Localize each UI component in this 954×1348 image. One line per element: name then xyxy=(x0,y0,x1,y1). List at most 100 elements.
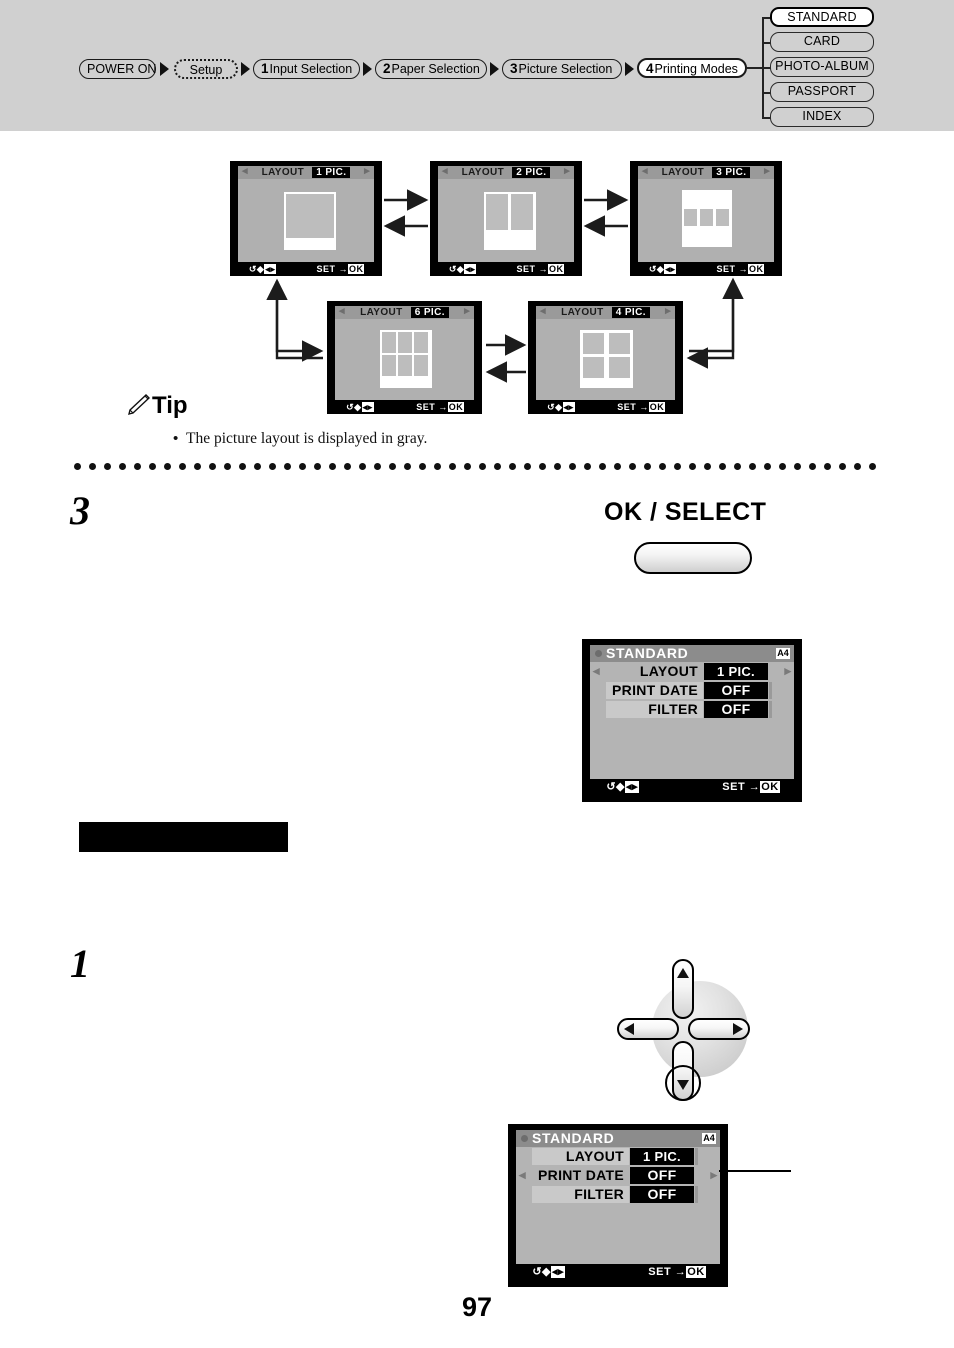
layout-cell xyxy=(609,333,630,354)
ok-select-label: OK / SELECT xyxy=(604,498,767,526)
layout-screen-4-pic: ◂ LAYOUT 4 PIC. ▸ ↺◆◂▸ SET →OK xyxy=(528,301,683,414)
section-heading-bar xyxy=(79,822,288,852)
divider-dot xyxy=(164,463,171,470)
chevron-left-icon[interactable]: ◂ xyxy=(339,305,345,318)
footer-hint-right: SET →OK xyxy=(722,779,780,796)
paper-size-icon: A4 xyxy=(702,1133,716,1144)
chevron-right-icon[interactable]: ▸ xyxy=(564,165,570,178)
tip-text: The picture layout is displayed in gray. xyxy=(186,430,428,447)
footer-keys: ◂▸ xyxy=(264,264,277,274)
paper-size-icon: A4 xyxy=(776,648,790,659)
flow-step-label: POWER ON xyxy=(87,62,157,76)
tip-bullet-icon: • xyxy=(173,430,179,447)
layout-cell xyxy=(398,355,412,376)
flow-step-power-on[interactable]: POWER ON xyxy=(79,59,156,79)
menu-row-edge xyxy=(769,682,772,699)
menu-titlebar: STANDARD A4 xyxy=(516,1130,720,1147)
footer-hint-left: ↺◆◂▸ xyxy=(248,264,277,274)
dpad-down-highlight-ring xyxy=(665,1065,701,1101)
chevron-right-icon[interactable]: ▸ xyxy=(710,1167,717,1183)
chevron-left-icon[interactable]: ◂ xyxy=(442,165,448,178)
chevron-right-icon[interactable]: ▸ xyxy=(464,305,470,318)
menu-titlebar: STANDARD A4 xyxy=(590,645,794,662)
lcd-titlebar: ◂ LAYOUT 2 PIC. ▸ xyxy=(438,165,574,179)
divider-dot xyxy=(119,463,126,470)
menu-row-value: 1 PIC. xyxy=(704,663,768,680)
menu-row-label: PRINT DATE xyxy=(530,1167,629,1184)
divider-dot xyxy=(134,463,141,470)
divider-dot xyxy=(719,463,726,470)
flow-step-label: Printing Modes xyxy=(654,62,738,76)
footer-hint-left: ↺◆◂▸ xyxy=(606,781,640,793)
pencil-icon xyxy=(128,394,151,415)
callout-leader-line xyxy=(719,1170,791,1172)
chevron-right-icon[interactable]: ▸ xyxy=(665,305,671,318)
mode-option-card[interactable]: CARD xyxy=(770,32,874,52)
footer-hint-left: ↺◆◂▸ xyxy=(346,402,374,412)
footer-hint-right: SET →OK xyxy=(516,262,565,276)
chevron-left-icon[interactable]: ◂ xyxy=(242,165,248,178)
arrow-1-to-6 xyxy=(275,281,324,362)
footer-keys: ◂▸ xyxy=(625,781,640,793)
divider-dot xyxy=(809,463,816,470)
divider-dot xyxy=(539,463,546,470)
divider-dot xyxy=(359,463,366,470)
arrow-3-to-4 xyxy=(686,282,735,369)
flow-step-number: 2 xyxy=(383,61,391,76)
layout-value: 2 PIC. xyxy=(512,167,551,178)
divider-dot xyxy=(239,463,246,470)
flow-step-paper-selection[interactable]: 2Paper Selection xyxy=(375,59,487,79)
direction-pad xyxy=(612,957,772,1105)
flow-step-input-selection[interactable]: 1Input Selection xyxy=(253,59,360,79)
layout-title: LAYOUT xyxy=(461,167,505,178)
divider-dot xyxy=(734,463,741,470)
divider-dot xyxy=(434,463,441,470)
footer-keys: ◂▸ xyxy=(664,264,677,274)
footer-ok-key: OK xyxy=(648,402,666,412)
divider-dot xyxy=(464,463,471,470)
layout-cell xyxy=(684,209,697,226)
flow-step-printing-modes[interactable]: 4Printing Modes xyxy=(637,58,747,78)
mode-option-index[interactable]: INDEX xyxy=(770,107,874,127)
footer-hint-left: ↺◆◂▸ xyxy=(532,1266,566,1278)
chevron-left-icon[interactable]: ◂ xyxy=(540,305,546,318)
chevron-right-icon[interactable]: ▸ xyxy=(784,663,791,679)
layout-title: LAYOUT xyxy=(561,307,604,318)
mode-option-passport[interactable]: PASSPORT xyxy=(770,82,874,102)
divider-dot xyxy=(764,463,771,470)
divider-dot xyxy=(224,463,231,470)
tip-heading: Tip xyxy=(152,392,188,419)
lcd-footer: ↺◆◂▸ SET →OK xyxy=(590,779,794,796)
divider-dot xyxy=(869,463,876,470)
mode-option-photo-album[interactable]: PHOTO-ALBUM xyxy=(770,57,874,77)
chevron-left-icon[interactable]: ◂ xyxy=(593,663,600,679)
flow-step-label: Input Selection xyxy=(269,62,353,76)
footer-keys: ◂▸ xyxy=(464,264,477,274)
divider-dot xyxy=(584,463,591,470)
footer-set-label: SET → xyxy=(316,264,348,274)
mode-option-standard[interactable]: STANDARD xyxy=(770,7,874,27)
flow-step-number: 1 xyxy=(261,61,269,76)
mode-option-label: CARD xyxy=(803,34,841,48)
flow-arrow-icon xyxy=(363,62,372,76)
chevron-right-icon[interactable]: ▸ xyxy=(764,165,770,178)
divider-dot xyxy=(494,463,501,470)
chevron-left-icon[interactable]: ◂ xyxy=(642,165,648,178)
divider-dot xyxy=(389,463,396,470)
footer-set-label: SET → xyxy=(722,781,761,793)
ok-select-button[interactable] xyxy=(634,542,752,574)
menu-row-edge xyxy=(695,1186,698,1203)
layout-cell xyxy=(583,333,604,354)
chevron-right-icon[interactable]: ▸ xyxy=(364,165,370,178)
flow-step-picture-selection[interactable]: 3Picture Selection xyxy=(502,59,622,79)
flow-step-number: 4 xyxy=(646,61,654,76)
mode-option-label: PASSPORT xyxy=(787,84,857,98)
chevron-left-icon[interactable]: ◂ xyxy=(519,1167,526,1183)
flow-arrow-icon xyxy=(160,62,169,76)
layout-value: 3 PIC. xyxy=(712,167,751,178)
flow-step-setup[interactable]: Setup xyxy=(174,59,238,79)
flow-step-label: Picture Selection xyxy=(518,62,613,76)
navigation-flow-bar: POWER ON Setup 1Input Selection 2Paper S… xyxy=(0,0,954,131)
triangle-up-icon xyxy=(677,968,689,978)
divider-dot xyxy=(524,463,531,470)
